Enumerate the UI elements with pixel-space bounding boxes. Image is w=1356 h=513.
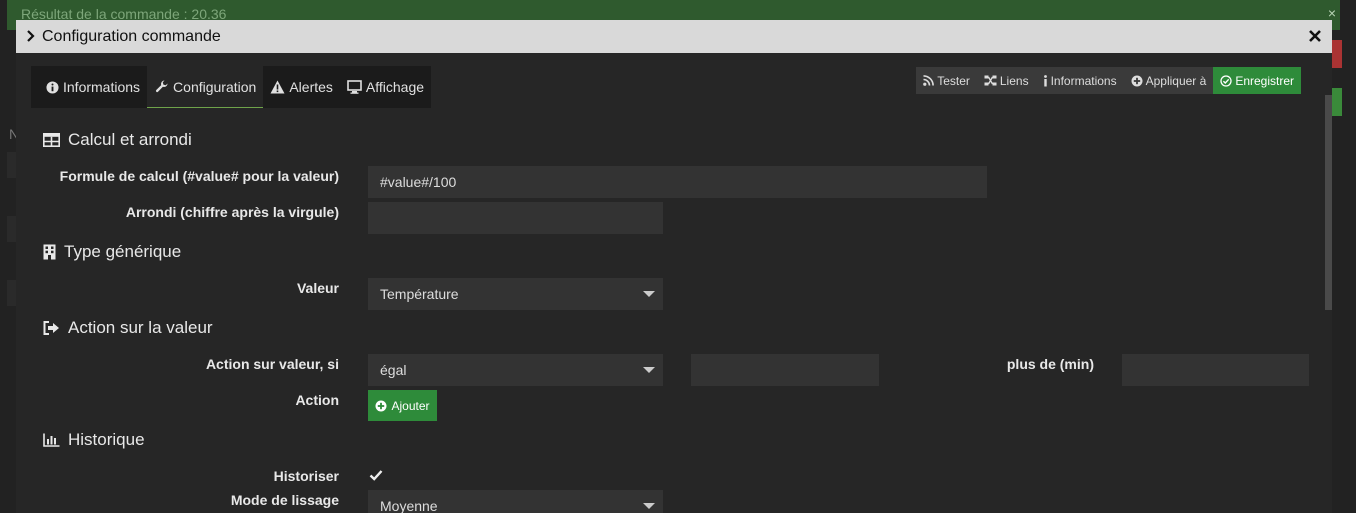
check-circle-icon [1220, 74, 1232, 87]
tester-label: Tester [937, 73, 970, 88]
enregistrer-button[interactable]: Enregistrer [1213, 67, 1301, 94]
valeur-selected: Température [380, 286, 459, 302]
chevron-down-icon [643, 503, 655, 509]
arrondi-label: Arrondi (chiffre après la virgule) [125, 204, 339, 220]
chevron-right-icon [26, 29, 36, 43]
informations-label: Informations [1050, 73, 1117, 88]
enregistrer-label: Enregistrer [1235, 73, 1294, 88]
appliquer-label: Appliquer à [1145, 73, 1207, 88]
modal-titlebar: Configuration commande [16, 20, 1332, 53]
tab-configuration[interactable]: Configuration [147, 66, 264, 108]
info-circle-icon [46, 80, 59, 94]
plus-de-label: plus de (min) [1006, 356, 1094, 372]
tester-button[interactable]: Tester [916, 67, 977, 94]
plus-circle-icon [375, 400, 387, 412]
informations-button[interactable]: Informations [1036, 67, 1124, 94]
action-label: Action [295, 392, 339, 408]
modal-title: Configuration commande [42, 28, 221, 45]
tab-label: Informations [63, 79, 141, 95]
tab-affichage[interactable]: Affichage [340, 66, 431, 108]
section-title: Historique [68, 430, 145, 449]
liens-label: Liens [999, 73, 1029, 88]
valeur-label: Valeur [296, 280, 339, 296]
section-title: Action sur la valeur [68, 318, 213, 337]
section-calcul: Calcul et arrondi [43, 130, 192, 150]
section-historique: Historique [43, 430, 145, 450]
formule-label: Formule de calcul (#value# pour la valeu… [59, 168, 339, 184]
tab-label: Affichage [365, 79, 425, 95]
arrondi-input-field[interactable] [380, 210, 651, 226]
chevron-down-icon [643, 367, 655, 373]
historiser-label: Historiser [273, 468, 339, 484]
scrollbar-thumb[interactable] [1325, 95, 1332, 310]
section-type: Type générique [43, 242, 181, 262]
info-icon [1043, 74, 1048, 87]
close-icon[interactable] [1308, 29, 1322, 43]
action-si-value-field[interactable] [703, 362, 867, 378]
monitor-icon [347, 80, 362, 94]
rss-icon [923, 75, 935, 86]
action-toolbar: Tester Liens Informations Appliquer à En… [916, 67, 1301, 94]
table-icon [43, 133, 60, 147]
ajouter-button[interactable]: Ajouter [368, 390, 437, 421]
chevron-down-icon [643, 291, 655, 297]
tab-label: Alertes [289, 79, 333, 95]
liens-button[interactable]: Liens [977, 67, 1036, 94]
plus-circle-icon [1131, 75, 1143, 87]
tab-informations[interactable]: Informations [31, 66, 147, 108]
tab-alertes[interactable]: Alertes [263, 66, 340, 108]
plus-de-field[interactable] [1134, 362, 1297, 378]
lissage-label: Mode de lissage [230, 492, 339, 508]
result-banner-close[interactable]: × [1328, 5, 1336, 21]
valeur-select[interactable]: Température [368, 278, 663, 310]
lissage-select[interactable]: Moyenne [368, 490, 663, 513]
bar-chart-icon [43, 433, 60, 447]
action-si-select[interactable]: égal [368, 354, 663, 386]
action-si-selected: égal [380, 362, 407, 378]
section-title: Type générique [64, 242, 182, 261]
plus-de-input[interactable] [1122, 354, 1309, 386]
tab-bar: Informations Configuration Alertes Affic… [31, 66, 432, 108]
historiser-checkbox[interactable] [369, 468, 383, 482]
background-red-button [1332, 40, 1342, 68]
action-si-label: Action sur valeur, si [205, 356, 339, 372]
arrondi-input[interactable] [368, 202, 663, 234]
configuration-modal: Configuration commande Informations Conf… [16, 20, 1332, 513]
background-green-button [1332, 88, 1342, 116]
lissage-selected: Moyenne [380, 498, 438, 513]
section-action: Action sur la valeur [43, 318, 213, 338]
action-si-value-input[interactable] [691, 354, 879, 386]
tab-label: Configuration [173, 78, 257, 95]
appliquer-button[interactable]: Appliquer à [1124, 67, 1214, 94]
section-title: Calcul et arrondi [68, 130, 192, 149]
wrench-icon [155, 80, 169, 94]
sitemap-icon [984, 75, 997, 86]
warning-triangle-icon [270, 80, 285, 94]
ajouter-label: Ajouter [391, 398, 430, 413]
formule-input-field[interactable] [380, 174, 975, 190]
formule-input[interactable] [368, 166, 987, 198]
building-icon [43, 244, 56, 260]
sign-out-icon [43, 321, 60, 335]
